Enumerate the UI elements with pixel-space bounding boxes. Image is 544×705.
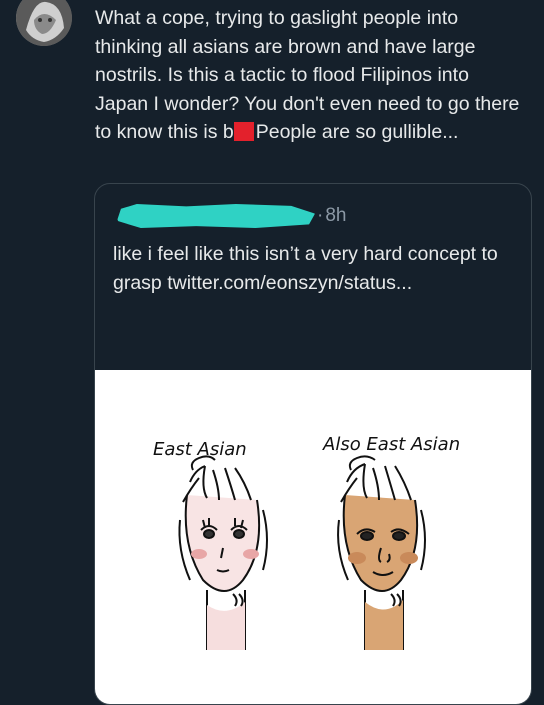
quoted-tweet-image[interactable]: East Asian Also East Asian bbox=[95, 370, 531, 704]
quoted-tweet-separator: · bbox=[317, 205, 324, 226]
image-label-also-east-asian: Also East Asian bbox=[322, 434, 460, 455]
redacted-username bbox=[117, 204, 315, 228]
user-avatar-icon[interactable] bbox=[16, 0, 72, 46]
redaction-mark-red bbox=[233, 122, 254, 141]
face-drawing-right bbox=[337, 455, 426, 650]
tweet-text: What a cope, trying to gaslight people i… bbox=[95, 4, 525, 147]
quoted-tweet-header: · 8h bbox=[117, 202, 346, 230]
tweet-text-part-2: People are so gullible... bbox=[255, 121, 459, 143]
quoted-tweet-text: like i feel like this isn’t a very hard … bbox=[113, 243, 498, 294]
quoted-tweet-card[interactable]: · 8h like i feel like this isn’t a very … bbox=[94, 183, 532, 705]
face-drawing-left bbox=[178, 455, 268, 650]
quoted-tweet-timestamp[interactable]: 8h bbox=[325, 205, 346, 227]
